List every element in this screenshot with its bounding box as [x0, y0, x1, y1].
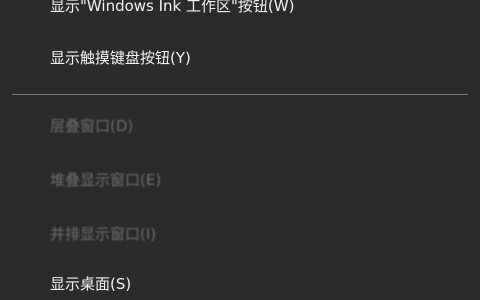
- menu-item-cascade-windows: 层叠窗口(D): [50, 117, 134, 135]
- menu-item-stack-windows: 堆叠显示窗口(E): [50, 171, 162, 189]
- menu-item-side-by-side-windows: 并排显示窗口(I): [50, 225, 157, 243]
- menu-item-show-desktop[interactable]: 显示桌面(S): [50, 274, 131, 294]
- menu-item-show-windows-ink-button[interactable]: 显示"Windows Ink 工作区"按钮(W): [50, 0, 294, 16]
- taskbar-context-menu: 显示"Windows Ink 工作区"按钮(W) 显示触摸键盘按钮(Y) 层叠窗…: [0, 0, 480, 300]
- menu-separator: [12, 94, 468, 95]
- menu-item-show-touch-keyboard-button[interactable]: 显示触摸键盘按钮(Y): [50, 48, 191, 68]
